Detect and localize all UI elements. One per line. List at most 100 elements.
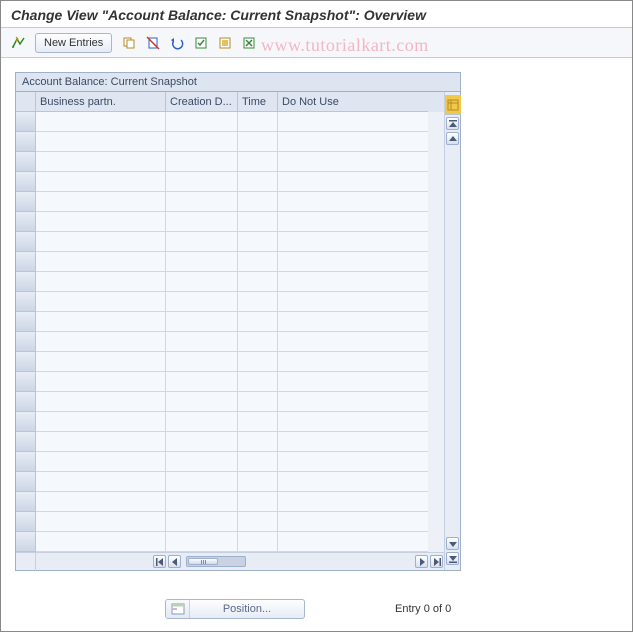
table-cell[interactable] (278, 512, 428, 532)
row-selector[interactable] (16, 432, 36, 452)
scroll-top-icon[interactable] (446, 117, 459, 130)
table-cell[interactable] (278, 432, 428, 452)
table-cell[interactable] (166, 312, 238, 332)
table-cell[interactable] (238, 412, 278, 432)
table-cell[interactable] (36, 492, 166, 512)
table-cell[interactable] (238, 472, 278, 492)
table-cell[interactable] (238, 212, 278, 232)
table-cell[interactable] (238, 132, 278, 152)
row-selector[interactable] (16, 232, 36, 252)
row-selector[interactable] (16, 292, 36, 312)
table-cell[interactable] (278, 372, 428, 392)
table-cell[interactable] (278, 492, 428, 512)
table-cell[interactable] (36, 112, 166, 132)
table-cell[interactable] (36, 172, 166, 192)
table-cell[interactable] (238, 172, 278, 192)
row-selector[interactable] (16, 212, 36, 232)
undo-icon[interactable] (166, 33, 188, 53)
row-selector[interactable] (16, 312, 36, 332)
table-cell[interactable] (36, 232, 166, 252)
table-cell[interactable] (238, 332, 278, 352)
table-cell[interactable] (36, 452, 166, 472)
table-cell[interactable] (166, 252, 238, 272)
table-cell[interactable] (166, 412, 238, 432)
table-cell[interactable] (36, 252, 166, 272)
table-cell[interactable] (166, 132, 238, 152)
row-selector[interactable] (16, 492, 36, 512)
table-cell[interactable] (166, 332, 238, 352)
scroll-down-icon[interactable] (446, 537, 459, 550)
table-cell[interactable] (166, 532, 238, 552)
table-cell[interactable] (278, 112, 428, 132)
table-cell[interactable] (278, 192, 428, 212)
select-block-icon[interactable] (214, 33, 236, 53)
table-cell[interactable] (278, 332, 428, 352)
table-cell[interactable] (278, 452, 428, 472)
table-cell[interactable] (238, 192, 278, 212)
table-cell[interactable] (278, 392, 428, 412)
row-selector[interactable] (16, 472, 36, 492)
table-cell[interactable] (238, 372, 278, 392)
scroll-up-icon[interactable] (446, 132, 459, 145)
table-cell[interactable] (166, 452, 238, 472)
table-cell[interactable] (238, 432, 278, 452)
column-header[interactable]: Do Not Use (278, 92, 428, 112)
table-cell[interactable] (36, 292, 166, 312)
table-cell[interactable] (166, 472, 238, 492)
table-cell[interactable] (166, 272, 238, 292)
table-cell[interactable] (238, 232, 278, 252)
table-cell[interactable] (166, 232, 238, 252)
table-cell[interactable] (36, 152, 166, 172)
table-cell[interactable] (278, 132, 428, 152)
table-cell[interactable] (278, 212, 428, 232)
row-selector[interactable] (16, 332, 36, 352)
table-cell[interactable] (166, 192, 238, 212)
table-cell[interactable] (166, 372, 238, 392)
table-cell[interactable] (166, 152, 238, 172)
table-cell[interactable] (238, 252, 278, 272)
table-cell[interactable] (166, 492, 238, 512)
scroll-first-icon[interactable] (153, 555, 166, 568)
table-cell[interactable] (238, 312, 278, 332)
deselect-all-icon[interactable] (238, 33, 260, 53)
column-header[interactable]: Time (238, 92, 278, 112)
table-cell[interactable] (238, 112, 278, 132)
scroll-thumb[interactable] (188, 558, 218, 565)
table-cell[interactable] (166, 212, 238, 232)
row-selector[interactable] (16, 152, 36, 172)
table-cell[interactable] (166, 172, 238, 192)
copy-icon[interactable] (118, 33, 140, 53)
table-cell[interactable] (238, 352, 278, 372)
table-cell[interactable] (166, 292, 238, 312)
delete-icon[interactable] (142, 33, 164, 53)
table-cell[interactable] (36, 532, 166, 552)
new-entries-button[interactable]: New Entries (35, 33, 112, 53)
row-selector[interactable] (16, 352, 36, 372)
row-selector[interactable] (16, 532, 36, 552)
table-cell[interactable] (278, 532, 428, 552)
table-cell[interactable] (36, 312, 166, 332)
table-cell[interactable] (278, 272, 428, 292)
table-cell[interactable] (278, 472, 428, 492)
table-cell[interactable] (36, 332, 166, 352)
table-cell[interactable] (36, 192, 166, 212)
row-selector[interactable] (16, 392, 36, 412)
column-header[interactable]: Creation D... (166, 92, 238, 112)
row-selector[interactable] (16, 272, 36, 292)
table-cell[interactable] (278, 352, 428, 372)
row-selector[interactable] (16, 512, 36, 532)
select-all-icon[interactable] (190, 33, 212, 53)
row-selector[interactable] (16, 252, 36, 272)
row-selector[interactable] (16, 172, 36, 192)
table-cell[interactable] (36, 392, 166, 412)
row-selector[interactable] (16, 372, 36, 392)
table-cell[interactable] (238, 492, 278, 512)
table-cell[interactable] (278, 152, 428, 172)
table-cell[interactable] (278, 292, 428, 312)
select-all-cell[interactable] (16, 92, 36, 112)
table-cell[interactable] (36, 512, 166, 532)
table-cell[interactable] (238, 272, 278, 292)
table-cell[interactable] (238, 152, 278, 172)
toggle-icon[interactable] (7, 33, 29, 53)
scroll-left-icon[interactable] (168, 555, 181, 568)
